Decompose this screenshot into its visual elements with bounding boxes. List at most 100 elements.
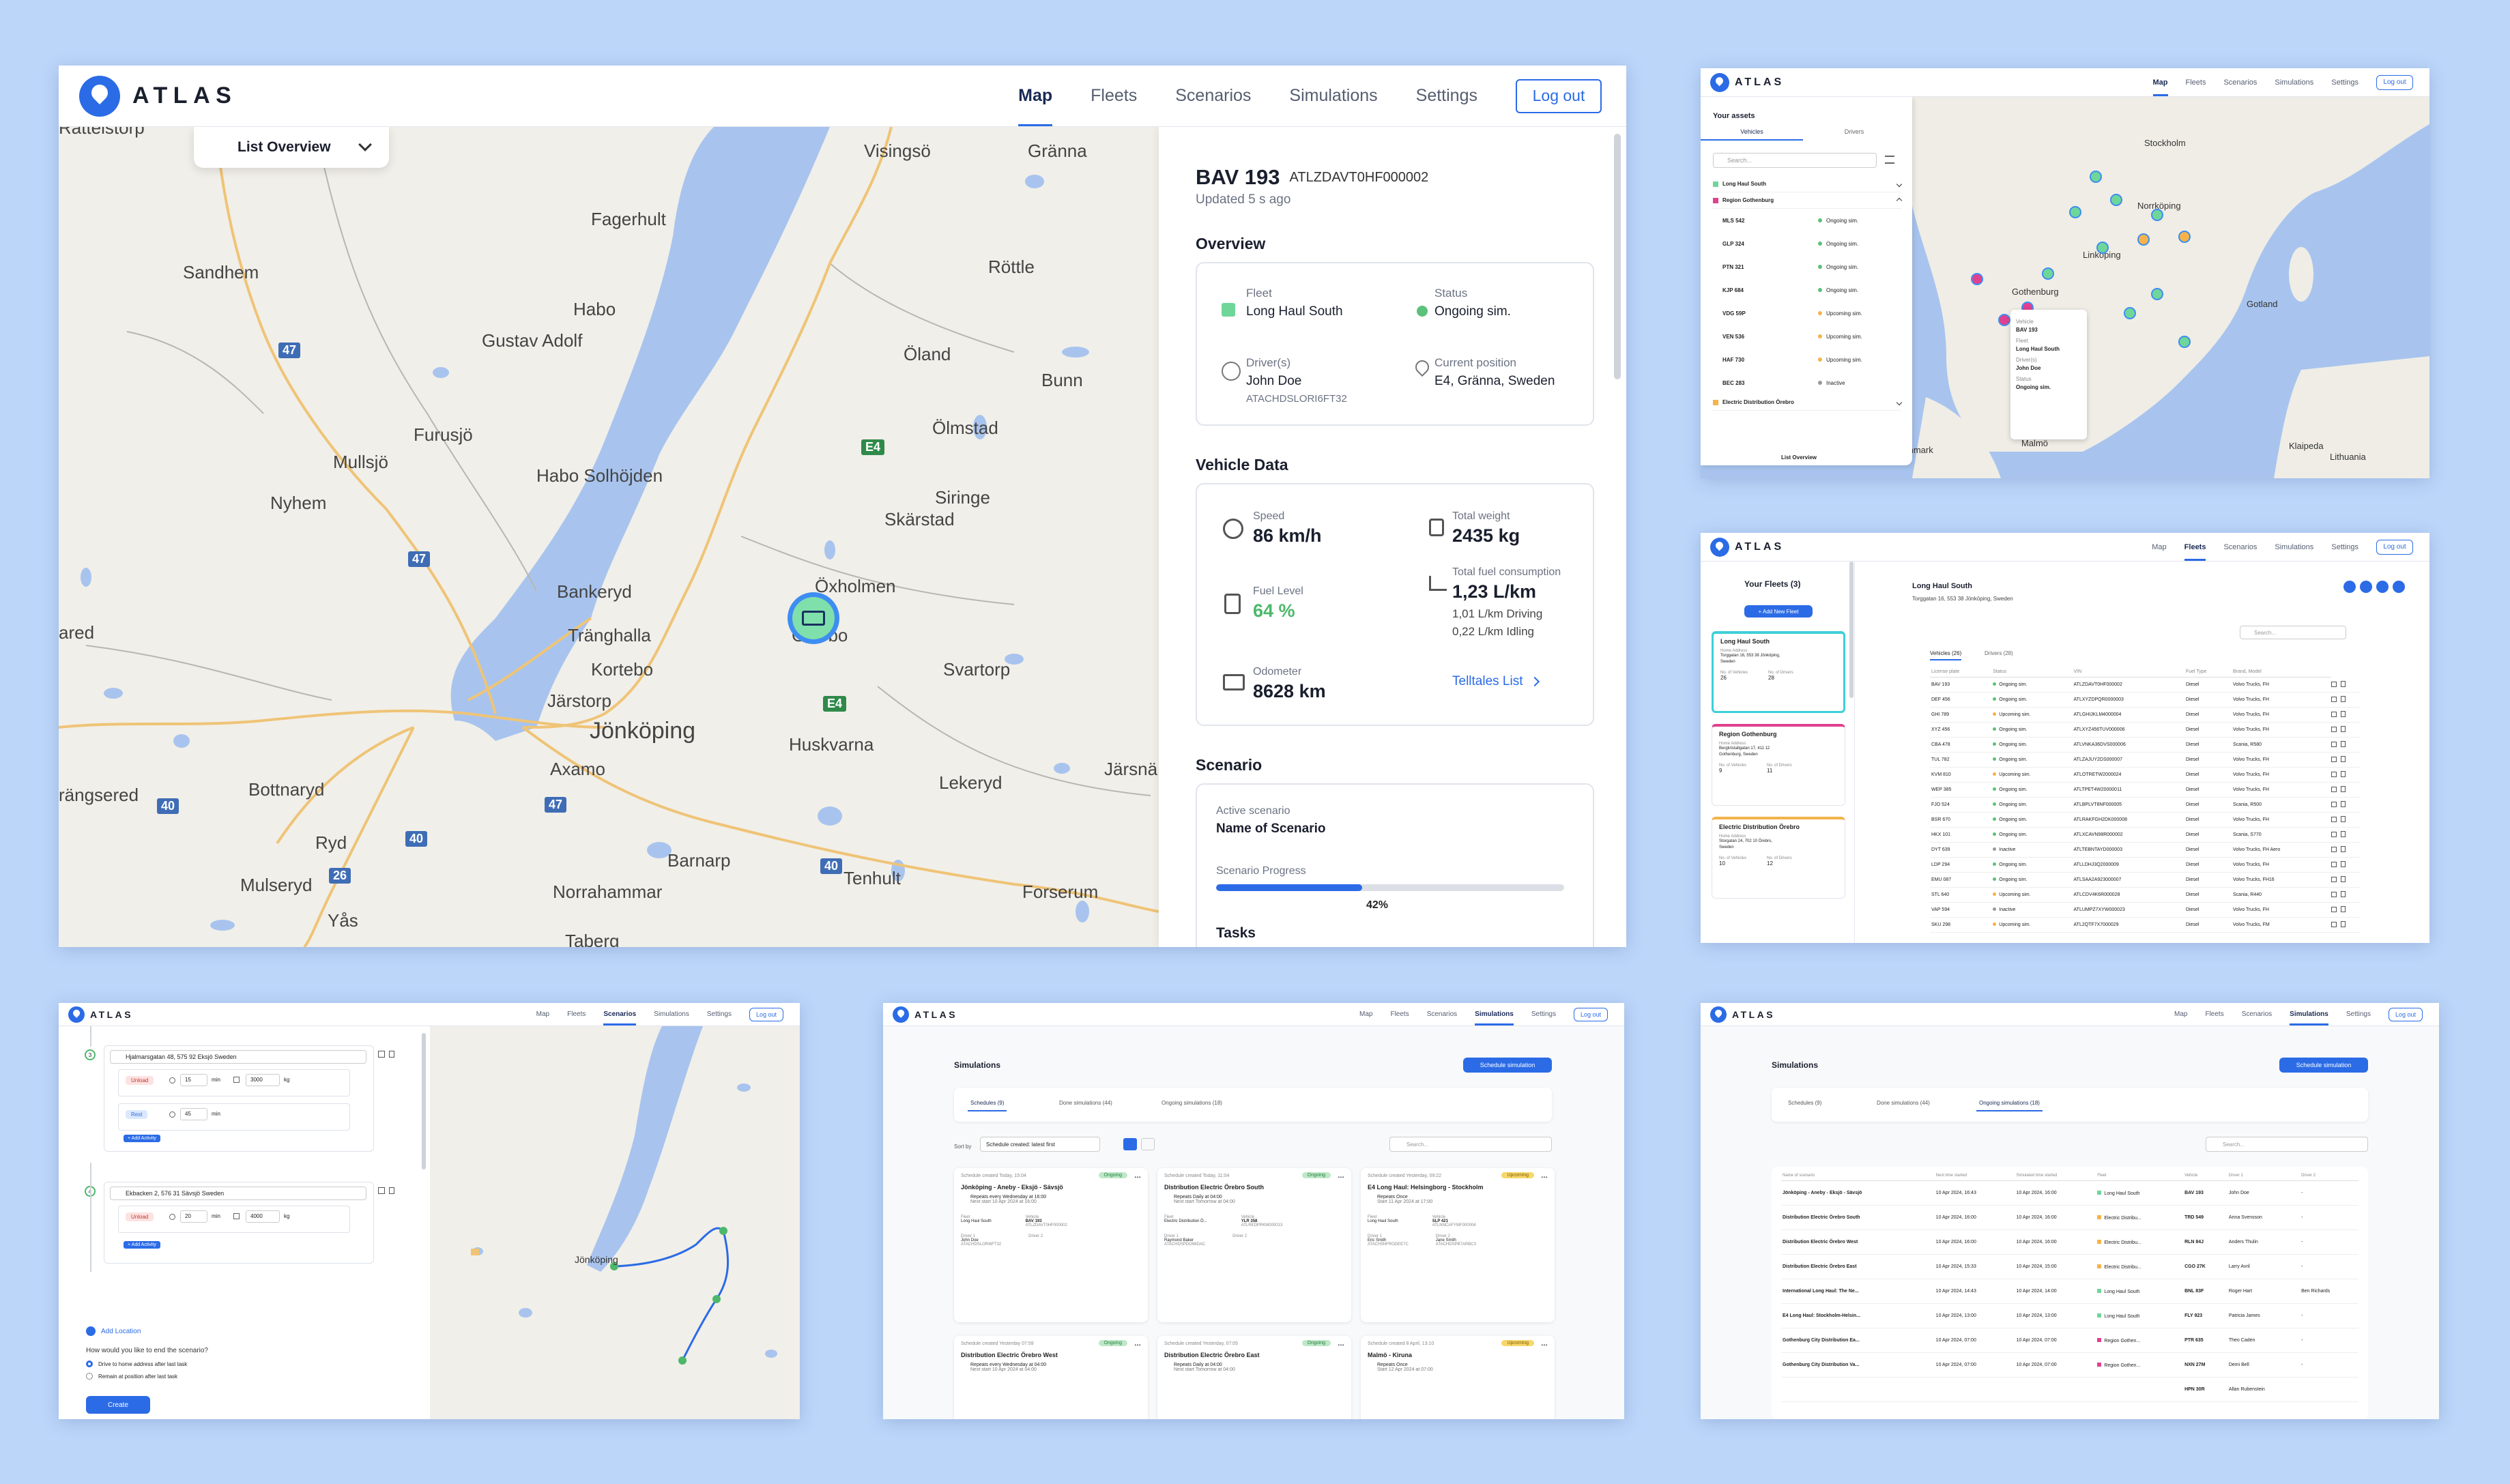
- minutes-input[interactable]: 15: [180, 1074, 207, 1086]
- tab-scenarios[interactable]: Scenarios: [1427, 1003, 1457, 1025]
- more-icon[interactable]: …: [1134, 1172, 1141, 1180]
- atlas-logo[interactable]: ATLAS: [68, 1006, 133, 1023]
- trash-icon[interactable]: [2341, 921, 2346, 927]
- end-option-remain[interactable]: Remain at position after last task: [86, 1373, 177, 1380]
- tab-scenarios[interactable]: Scenarios: [2223, 68, 2257, 96]
- sim-tab[interactable]: Done simulations (44): [1056, 1100, 1115, 1110]
- trash-icon[interactable]: [2341, 711, 2346, 717]
- atlas-logo[interactable]: ATLAS: [1710, 72, 1784, 92]
- sims-search-input[interactable]: Search...: [1389, 1137, 1552, 1152]
- table-row[interactable]: FJO 524 Ongoing sim. ATLBPLVT8NF000005 Dies…: [1930, 798, 2360, 813]
- more-icon[interactable]: …: [1338, 1340, 1344, 1348]
- telltales-link[interactable]: Telltales List: [1452, 674, 1540, 689]
- vehicle-marker-icon[interactable]: [2069, 206, 2081, 218]
- map-view[interactable]: Visingsö Gränna Fagerhult Röttle Sandhem Habo…: [59, 127, 1159, 947]
- table-row[interactable]: Distribution Electric Örebro West 10 Apr …: [1781, 1230, 2358, 1255]
- sim-tab[interactable]: Ongoing simulations (18): [1976, 1100, 2043, 1111]
- trash-icon[interactable]: [2341, 906, 2346, 912]
- asset-row[interactable]: VDG 59P Upcoming sim.: [1713, 302, 1901, 325]
- tab-map[interactable]: Map: [2152, 68, 2168, 96]
- tab-fleets[interactable]: Fleets: [2205, 1003, 2223, 1025]
- assets-tab-vehicles[interactable]: Vehicles: [1701, 128, 1803, 141]
- trash-icon[interactable]: [2341, 741, 2346, 747]
- trash-icon[interactable]: [389, 1187, 394, 1194]
- address-input[interactable]: Hjalmarsgatan 48, 575 92 Eksjö Sweden: [110, 1050, 366, 1064]
- asset-row[interactable]: MLS 542 Ongoing sim.: [1713, 209, 1901, 232]
- tab-fleets[interactable]: Fleets: [1091, 66, 1137, 126]
- edit-icon[interactable]: [2331, 892, 2337, 897]
- table-row[interactable]: Jönköping - Aneby - Eksjö - Sävsjö 10 Apr…: [1781, 1181, 2358, 1206]
- table-row[interactable]: DEF 456 Ongoing sim. ATLXYZDPQR0000003 Dies…: [1930, 693, 2360, 708]
- trash-icon[interactable]: [2341, 771, 2346, 777]
- panel-scrollbar[interactable]: [1614, 134, 1621, 379]
- add-activity-button[interactable]: + Add Activity: [124, 1135, 160, 1142]
- schedule-card[interactable]: Schedule created Yesterday, 09:22 Upcomin…: [1361, 1168, 1555, 1322]
- atlas-logo[interactable]: ATLAS: [1710, 1006, 1775, 1023]
- ongoing-search-input[interactable]: Search...: [2206, 1137, 2368, 1152]
- fleet-tab-drivers[interactable]: Drivers (28): [1985, 650, 2013, 656]
- tab-map[interactable]: Map: [2174, 1003, 2187, 1025]
- edit-icon[interactable]: [2331, 787, 2337, 792]
- activity-type-select[interactable]: Unload: [126, 1076, 154, 1085]
- tab-simulations[interactable]: Simulations: [2275, 68, 2313, 96]
- trash-icon[interactable]: [2341, 891, 2346, 897]
- tab-settings[interactable]: Settings: [2331, 68, 2358, 96]
- create-button[interactable]: Create: [86, 1396, 150, 1414]
- edit-icon[interactable]: [2331, 862, 2337, 867]
- activity-type-select[interactable]: Rest: [126, 1110, 148, 1119]
- delete-action-icon[interactable]: [2393, 581, 2405, 593]
- schedule-card[interactable]: Schedule created Today, 11:04 Ongoing… Dis…: [1157, 1168, 1351, 1322]
- kg-input[interactable]: 4000: [246, 1210, 280, 1223]
- logout-button[interactable]: Log out: [1574, 1007, 1608, 1021]
- edit-icon[interactable]: [2331, 877, 2337, 882]
- table-row[interactable]: International Long Haul: The Ne... 10 Apr…: [1781, 1279, 2358, 1304]
- tab-map[interactable]: Map: [536, 1003, 549, 1025]
- sim-tab[interactable]: Ongoing simulations (18): [1159, 1100, 1225, 1110]
- edit-icon[interactable]: [2331, 712, 2337, 717]
- trash-icon[interactable]: [389, 1051, 394, 1058]
- table-row[interactable]: Distribution Electric Örebro East 10 Apr …: [1781, 1255, 2358, 1279]
- tab-fleets[interactable]: Fleets: [1390, 1003, 1409, 1025]
- asset-row[interactable]: GLP 324 Ongoing sim.: [1713, 232, 1901, 255]
- logout-button[interactable]: Log out: [2389, 1007, 2423, 1021]
- edit-icon[interactable]: [2331, 742, 2337, 747]
- fleet-card[interactable]: Long Haul South Home Address Torggatan 16,…: [1712, 631, 1845, 713]
- trash-icon[interactable]: [2341, 801, 2346, 807]
- edit-icon[interactable]: [2331, 757, 2337, 762]
- sidebar-scrollbar[interactable]: [1849, 562, 1853, 698]
- atlas-logo[interactable]: ATLAS: [1710, 537, 1784, 557]
- table-row[interactable]: BSR 670 Ongoing sim. ATLRAKFGH2DK000008 Die…: [1930, 813, 2360, 828]
- tab-simulations[interactable]: Simulations: [654, 1003, 689, 1025]
- filter-icon[interactable]: [1885, 156, 1894, 164]
- assets-tab-drivers[interactable]: Drivers: [1803, 128, 1905, 139]
- trash-icon[interactable]: [2341, 680, 2346, 687]
- copy-icon[interactable]: [378, 1051, 385, 1058]
- schedule-card[interactable]: Schedule created Yesterday, 07:05 Ongoing…: [1157, 1336, 1351, 1419]
- fleet-search-input[interactable]: Search...: [2240, 626, 2346, 639]
- table-row[interactable]: SKU 298 Upcoming sim. ATL2QTF7X7000029 Dies…: [1930, 918, 2360, 933]
- tab-settings[interactable]: Settings: [1531, 1003, 1556, 1025]
- schedule-card[interactable]: Schedule created Today, 15:04 Ongoing… Jön…: [954, 1168, 1148, 1322]
- schedule-card[interactable]: Schedule created Yesterday 07:59 Ongoing……: [954, 1336, 1148, 1419]
- asset-group[interactable]: Electric Distribution Örebro: [1713, 394, 1903, 411]
- edit-icon[interactable]: [2331, 697, 2337, 702]
- assets-list-overview[interactable]: List Overview: [1758, 452, 1840, 465]
- tab-scenarios[interactable]: Scenarios: [603, 1003, 636, 1025]
- trash-icon[interactable]: [2341, 876, 2346, 882]
- vehicle-marker-icon[interactable]: [2090, 171, 2102, 183]
- more-icon[interactable]: …: [1541, 1172, 1548, 1180]
- trash-icon[interactable]: [2341, 726, 2346, 732]
- tab-simulations[interactable]: Simulations: [2275, 533, 2313, 561]
- asset-row[interactable]: VEN 536 Upcoming sim.: [1713, 325, 1901, 348]
- tab-settings[interactable]: Settings: [1416, 66, 1477, 126]
- tab-map[interactable]: Map: [1018, 66, 1053, 126]
- truck-marker[interactable]: [788, 592, 839, 644]
- vehicle-marker-icon[interactable]: [2178, 336, 2191, 348]
- sim-tab[interactable]: Schedules (9): [968, 1100, 1007, 1111]
- table-row[interactable]: HPN 30R Allan Rubenstein: [1781, 1378, 2358, 1402]
- tab-fleets[interactable]: Fleets: [2186, 68, 2206, 96]
- trash-icon[interactable]: [2341, 696, 2346, 702]
- tab-fleets[interactable]: Fleets: [2184, 533, 2206, 561]
- schedule-simulation-button[interactable]: Schedule simulation: [1463, 1058, 1552, 1073]
- vehicle-marker-icon[interactable]: [2151, 288, 2163, 300]
